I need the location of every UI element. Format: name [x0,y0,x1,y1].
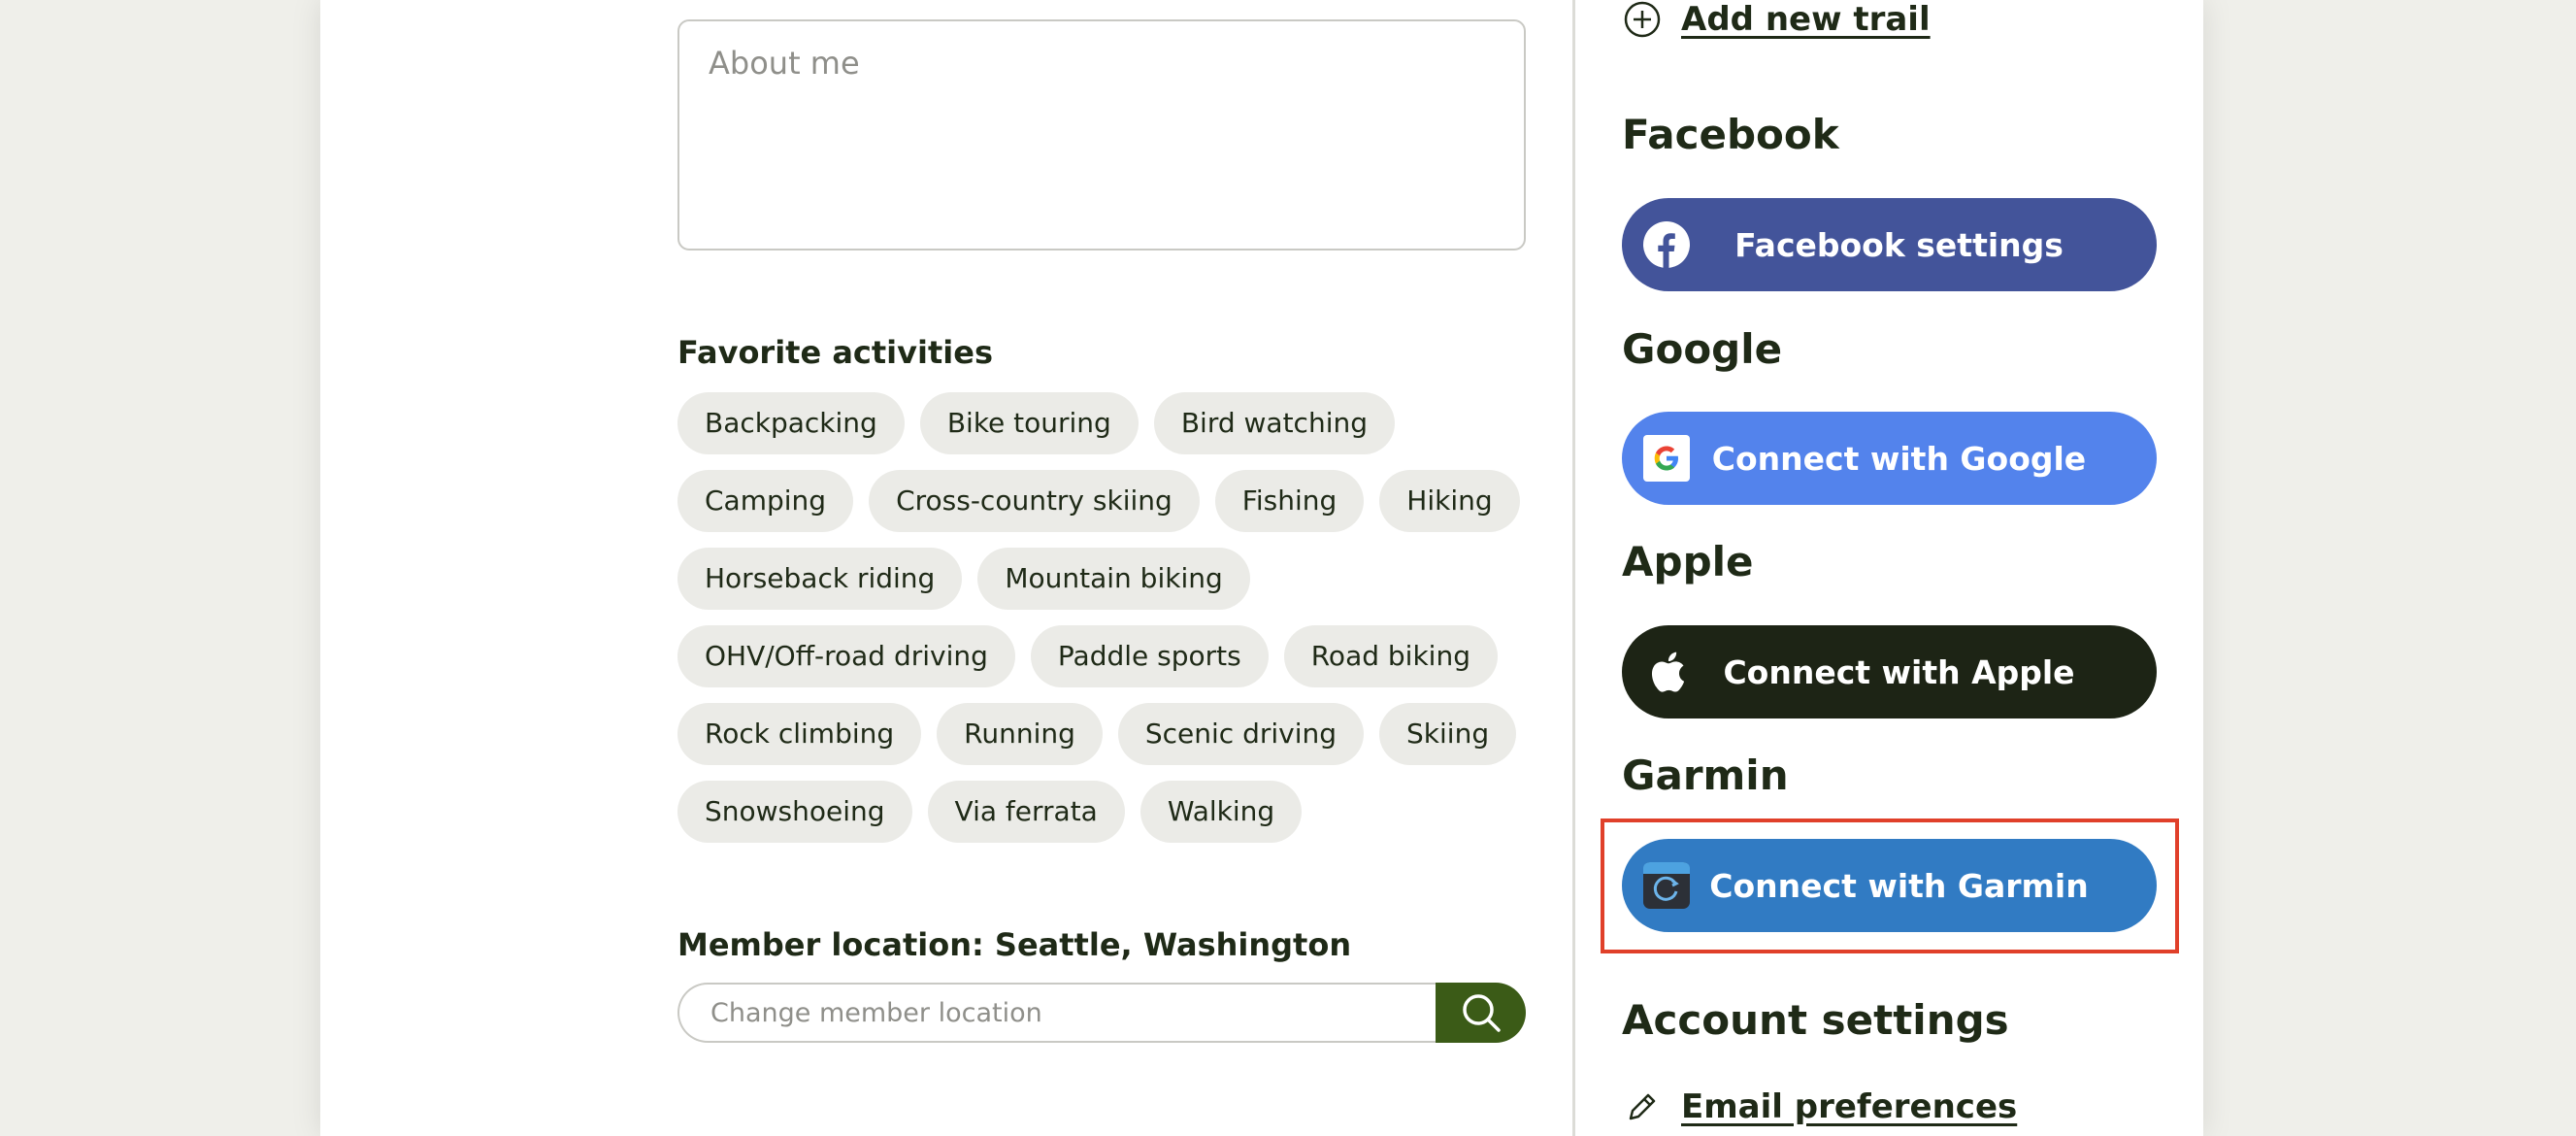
connect-apple-label: Connect with Apple [1723,652,2075,691]
connect-garmin-label: Connect with Garmin [1709,866,2089,905]
activity-chip[interactable]: Horseback riding [677,548,963,610]
activity-chip[interactable]: Bike touring [919,392,1139,454]
connect-garmin-button[interactable]: Connect with Garmin [1622,839,2157,932]
activity-chip[interactable]: Fishing [1214,470,1365,532]
add-new-trail-label: Add new trail [1681,0,1931,39]
activity-chip[interactable]: Camping [677,470,854,532]
apple-heading: Apple [1622,538,1754,585]
search-icon [1462,994,1501,1032]
activity-chip[interactable]: Hiking [1379,470,1520,532]
facebook-icon [1643,221,1690,268]
about-me-textarea[interactable] [677,19,1526,251]
activity-chip[interactable]: Paddle sports [1030,625,1269,687]
activity-chip[interactable]: Cross-country skiing [869,470,1200,532]
activity-chip[interactable]: Mountain biking [977,548,1250,610]
location-input[interactable] [677,983,1437,1043]
activity-chip-list: Backpacking Bike touring Bird watching Camp… [677,392,1541,843]
add-circle-icon [1624,1,1661,38]
member-location-label: Member location: Seattle, Washington [677,926,1352,963]
activity-chip[interactable]: Bird watching [1153,392,1395,454]
location-search [677,983,1526,1043]
facebook-settings-label: Facebook settings [1734,225,2064,264]
activity-chip[interactable]: Via ferrata [927,781,1125,843]
activity-chip[interactable]: Walking [1139,781,1303,843]
apple-icon [1643,649,1690,695]
activity-chip[interactable]: Scenic driving [1117,703,1365,765]
email-preferences-link[interactable]: Email preferences [1623,1087,2017,1126]
connect-google-button[interactable]: Connect with Google [1622,412,2157,505]
activity-chip[interactable]: Backpacking [677,392,905,454]
facebook-heading: Facebook [1622,111,1839,158]
activity-chip[interactable]: Snowshoeing [677,781,912,843]
column-divider [1572,0,1575,1136]
account-settings-heading: Account settings [1622,996,2009,1044]
connect-apple-button[interactable]: Connect with Apple [1622,625,2157,718]
activity-chip[interactable]: OHV/Off-road driving [677,625,1015,687]
email-preferences-label: Email preferences [1681,1087,2018,1126]
add-new-trail-link[interactable]: Add new trail [1623,0,1931,39]
garmin-heading: Garmin [1622,752,1789,799]
favorite-activities-label: Favorite activities [677,334,993,371]
location-search-button[interactable] [1436,983,1526,1043]
activity-chip[interactable]: Skiing [1379,703,1517,765]
connect-google-label: Connect with Google [1711,439,2087,478]
activity-chip[interactable]: Running [937,703,1103,765]
facebook-settings-button[interactable]: Facebook settings [1622,198,2157,291]
garmin-connect-icon [1643,862,1690,909]
activity-chip[interactable]: Road biking [1283,625,1498,687]
google-icon [1643,435,1690,482]
pencil-icon [1629,1093,1656,1120]
google-heading: Google [1622,325,1783,373]
activity-chip[interactable]: Rock climbing [677,703,922,765]
